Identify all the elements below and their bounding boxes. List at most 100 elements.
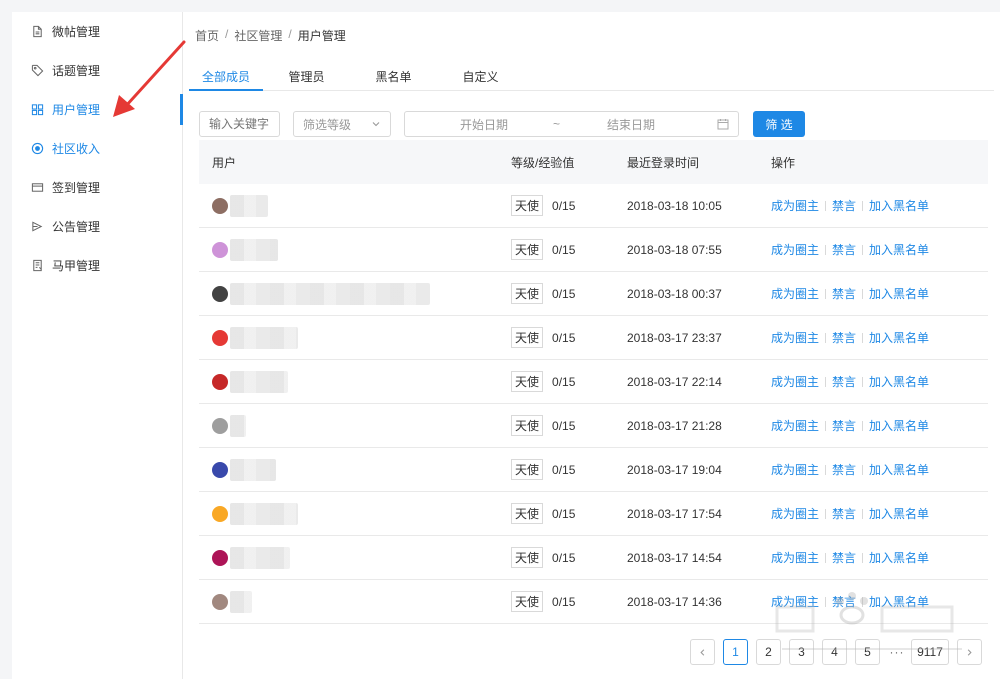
- sidebar-item-announcements[interactable]: 公告管理: [12, 207, 182, 246]
- redacted-username: [230, 458, 276, 481]
- main-content: 首页 / 社区管理 / 用户管理 全部成员 管理员 黑名单 自定义 筛选等级 开…: [183, 12, 1000, 679]
- date-range-picker[interactable]: 开始日期 ~ 结束日期: [404, 111, 739, 137]
- tab-all-members[interactable]: 全部成员: [189, 62, 263, 91]
- header-actions: 操作: [771, 155, 796, 170]
- experience-value: 0/15: [552, 550, 576, 565]
- blacklist-button[interactable]: 加入黑名单: [869, 285, 929, 302]
- level-select[interactable]: 筛选等级: [293, 111, 391, 137]
- promote-button[interactable]: 成为圈主: [771, 373, 819, 390]
- blacklist-button[interactable]: 加入黑名单: [869, 505, 929, 522]
- promote-button[interactable]: 成为圈主: [771, 549, 819, 566]
- last-login-time: 2018-03-17 21:28: [627, 418, 722, 433]
- mute-button[interactable]: 禁言: [832, 593, 856, 610]
- breadcrumb-separator: /: [288, 27, 292, 41]
- blacklist-button[interactable]: 加入黑名单: [869, 197, 929, 214]
- prev-page-button[interactable]: [690, 639, 715, 665]
- mute-button[interactable]: 禁言: [832, 285, 856, 302]
- experience-value: 0/15: [552, 506, 576, 521]
- mute-button[interactable]: 禁言: [832, 241, 856, 258]
- next-page-button[interactable]: [957, 639, 982, 665]
- start-date[interactable]: 开始日期: [460, 116, 508, 133]
- filter-button[interactable]: 筛 选: [753, 111, 805, 137]
- avatar[interactable]: [212, 241, 228, 258]
- sidebar-item-income[interactable]: 社区收入: [12, 129, 182, 168]
- row-actions: 成为圈主 禁言 加入黑名单: [771, 197, 929, 214]
- page-2-button[interactable]: 2: [756, 639, 781, 665]
- blacklist-button[interactable]: 加入黑名单: [869, 461, 929, 478]
- promote-button[interactable]: 成为圈主: [771, 285, 819, 302]
- avatar[interactable]: [212, 197, 228, 214]
- date-range-separator: ~: [553, 117, 561, 131]
- sidebar-item-vests[interactable]: 马甲管理: [12, 246, 182, 285]
- header-last-login: 最近登录时间: [627, 155, 700, 170]
- header-user: 用户: [212, 155, 237, 170]
- level-cell: 天使 0/15: [511, 459, 575, 480]
- tab-admins[interactable]: 管理员: [263, 62, 350, 91]
- level-cell: 天使 0/15: [511, 239, 575, 260]
- mute-button[interactable]: 禁言: [832, 197, 856, 214]
- page-5-button[interactable]: 5: [855, 639, 880, 665]
- promote-button[interactable]: 成为圈主: [771, 505, 819, 522]
- tab-blacklist[interactable]: 黑名单: [350, 62, 437, 91]
- table-row: 天使 0/15 2018-03-17 22:14 成为圈主 禁言 加入黑名单: [199, 360, 988, 404]
- level-cell: 天使 0/15: [511, 283, 575, 304]
- end-date[interactable]: 结束日期: [607, 116, 655, 133]
- row-actions: 成为圈主 禁言 加入黑名单: [771, 285, 929, 302]
- sidebar-item-label: 话题管理: [52, 64, 101, 78]
- avatar[interactable]: [212, 505, 228, 522]
- chevron-right-icon: [967, 648, 972, 656]
- coin-icon: [30, 142, 44, 156]
- action-divider: [825, 552, 827, 563]
- last-login-time: 2018-03-17 14:54: [627, 550, 722, 565]
- mute-button[interactable]: 禁言: [832, 461, 856, 478]
- mute-button[interactable]: 禁言: [832, 373, 856, 390]
- action-divider: [862, 288, 864, 299]
- row-actions: 成为圈主 禁言 加入黑名单: [771, 241, 929, 258]
- blacklist-button[interactable]: 加入黑名单: [869, 329, 929, 346]
- action-divider: [862, 244, 864, 255]
- last-login-time: 2018-03-18 10:05: [627, 198, 722, 213]
- table-row: 天使 0/15 2018-03-18 00:37 成为圈主 禁言 加入黑名单: [199, 272, 988, 316]
- avatar[interactable]: [212, 593, 228, 610]
- redacted-username: [230, 194, 268, 217]
- keyword-input[interactable]: [199, 111, 280, 137]
- tab-custom[interactable]: 自定义: [437, 62, 524, 91]
- blacklist-button[interactable]: 加入黑名单: [869, 549, 929, 566]
- avatar[interactable]: [212, 461, 228, 478]
- promote-button[interactable]: 成为圈主: [771, 461, 819, 478]
- users-table: 用户 等级/经验值 最近登录时间 操作 天使 0/15 2018-03-18 1…: [199, 140, 988, 624]
- page-3-button[interactable]: 3: [789, 639, 814, 665]
- promote-button[interactable]: 成为圈主: [771, 241, 819, 258]
- sidebar-item-label: 社区收入: [52, 142, 101, 156]
- last-page-button[interactable]: 9117: [911, 639, 949, 665]
- promote-button[interactable]: 成为圈主: [771, 329, 819, 346]
- blacklist-button[interactable]: 加入黑名单: [869, 373, 929, 390]
- redacted-username: [230, 370, 288, 393]
- mute-button[interactable]: 禁言: [832, 549, 856, 566]
- promote-button[interactable]: 成为圈主: [771, 593, 819, 610]
- page-1-button[interactable]: 1: [723, 639, 748, 665]
- user-cell: [212, 238, 278, 261]
- page-4-button[interactable]: 4: [822, 639, 847, 665]
- blacklist-button[interactable]: 加入黑名单: [869, 593, 929, 610]
- avatar[interactable]: [212, 329, 228, 346]
- breadcrumb-section[interactable]: 社区管理: [234, 27, 282, 44]
- chevron-down-icon: [372, 122, 380, 127]
- blacklist-button[interactable]: 加入黑名单: [869, 417, 929, 434]
- promote-button[interactable]: 成为圈主: [771, 197, 819, 214]
- avatar[interactable]: [212, 285, 228, 302]
- mute-button[interactable]: 禁言: [832, 329, 856, 346]
- mute-button[interactable]: 禁言: [832, 505, 856, 522]
- level-cell: 天使 0/15: [511, 371, 575, 392]
- promote-button[interactable]: 成为圈主: [771, 417, 819, 434]
- mute-button[interactable]: 禁言: [832, 417, 856, 434]
- level-badge: 天使: [511, 547, 544, 568]
- blacklist-button[interactable]: 加入黑名单: [869, 241, 929, 258]
- sidebar-item-checkin[interactable]: 签到管理: [12, 168, 182, 207]
- action-divider: [825, 200, 827, 211]
- announcement-icon: [30, 220, 44, 234]
- avatar[interactable]: [212, 549, 228, 566]
- avatar[interactable]: [212, 373, 228, 390]
- avatar[interactable]: [212, 417, 228, 434]
- breadcrumb-home[interactable]: 首页: [195, 27, 219, 44]
